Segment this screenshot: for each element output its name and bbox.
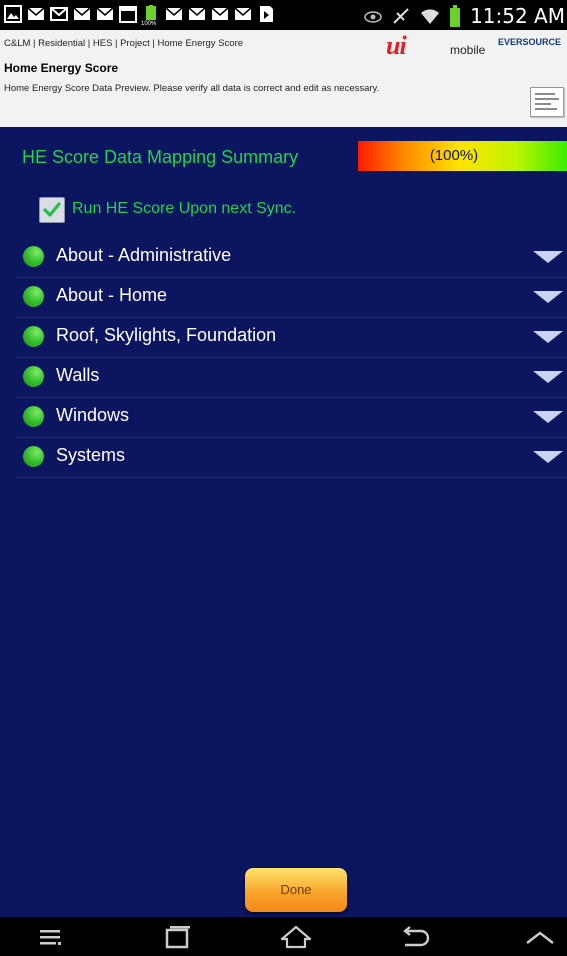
ui-logo: ui — [386, 31, 407, 60]
status-complete-icon — [23, 366, 44, 387]
status-right: 11:52 AM — [364, 1, 565, 31]
chevron-down-icon[interactable] — [533, 251, 563, 263]
chevron-down-icon[interactable] — [533, 291, 563, 303]
chevron-down-icon[interactable] — [533, 371, 563, 383]
wifi-icon — [421, 9, 440, 24]
chevron-up-icon[interactable] — [520, 923, 560, 951]
mail-icon — [211, 7, 229, 20]
progress-bar: (100%) — [358, 141, 567, 171]
app-header: C&LM | Residential | HES | Project | Hom… — [0, 30, 567, 127]
status-complete-icon — [23, 406, 44, 427]
section-about-home[interactable]: About - Home — [16, 277, 567, 318]
chevron-down-icon[interactable] — [533, 451, 563, 463]
status-bar: 100% 11:52 AM — [0, 0, 567, 30]
page-description: Home Energy Score Data Preview. Please v… — [4, 83, 380, 94]
status-complete-icon — [23, 446, 44, 467]
section-label: About - Administrative — [56, 245, 232, 265]
calendar-icon — [119, 6, 137, 23]
gmail-icon — [50, 7, 68, 21]
home-icon[interactable] — [276, 923, 316, 951]
summary-title: HE Score Data Mapping Summary — [22, 147, 299, 167]
section-about-administrative[interactable]: About - Administrative — [16, 237, 567, 278]
media-play-icon — [260, 6, 273, 22]
section-label: About - Home — [56, 285, 168, 305]
run-score-label[interactable]: Run HE Score Upon next Sync. — [72, 200, 296, 218]
recent-apps-icon[interactable] — [157, 923, 197, 951]
battery-icon — [450, 5, 461, 27]
section-label: Windows — [56, 405, 130, 425]
done-button[interactable]: Done — [245, 868, 347, 912]
status-complete-icon — [23, 246, 44, 267]
chevron-down-icon[interactable] — [533, 331, 563, 343]
eversource-logo: EVERSOURCE — [498, 37, 562, 47]
status-complete-icon — [23, 326, 44, 347]
mail-icon — [27, 7, 45, 20]
section-roof-skylights-foundation[interactable]: Roof, Skylights, Foundation — [16, 317, 567, 358]
battery-percent-label: 100% — [141, 21, 157, 27]
progress-text: (100%) — [429, 147, 479, 164]
section-label: Walls — [56, 365, 100, 385]
section-label: Roof, Skylights, Foundation — [56, 325, 277, 345]
chevron-down-icon[interactable] — [533, 411, 563, 423]
android-nav-bar — [0, 917, 567, 956]
mail-icon — [165, 7, 183, 20]
section-systems[interactable]: Systems — [16, 437, 567, 478]
section-walls[interactable]: Walls — [16, 357, 567, 398]
mobile-logo-text: mobile — [450, 43, 486, 57]
breadcrumb[interactable]: C&LM | Residential | HES | Project | Hom… — [4, 38, 243, 49]
mail-icon — [73, 7, 91, 20]
mail-icon — [188, 7, 206, 20]
main-content: HE Score Data Mapping Summary (100%) Run… — [0, 127, 567, 917]
mail-icon — [96, 7, 114, 20]
document-preview-icon[interactable] — [530, 87, 564, 117]
back-icon[interactable] — [395, 923, 435, 951]
vibrate-icon — [393, 8, 409, 24]
menu-icon[interactable] — [36, 923, 76, 951]
gallery-icon — [4, 5, 22, 23]
page-title: Home Energy Score — [4, 61, 119, 75]
eye-icon — [364, 11, 382, 23]
section-label: Systems — [56, 445, 126, 465]
run-score-checkbox[interactable] — [39, 197, 65, 223]
clock: 11:52 AM — [470, 4, 565, 28]
mail-icon — [234, 7, 252, 20]
checkmark-icon — [43, 202, 61, 217]
status-complete-icon — [23, 286, 44, 307]
section-windows[interactable]: Windows — [16, 397, 567, 438]
